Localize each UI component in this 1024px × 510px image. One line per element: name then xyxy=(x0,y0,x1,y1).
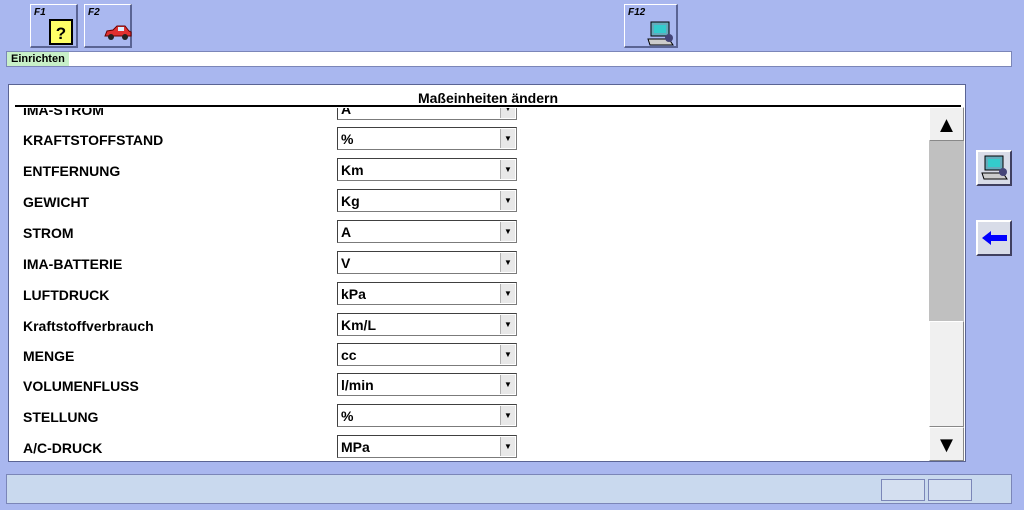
unit-label: VOLUMENFLUSS xyxy=(23,378,139,394)
unit-label: GEWICHT xyxy=(23,194,90,210)
unit-label: KRAFTSTOFFSTAND xyxy=(23,132,164,148)
unit-row-strom: STROM A ▼ xyxy=(9,216,929,247)
computer-button[interactable] xyxy=(976,150,1012,186)
unit-select[interactable]: kPa ▼ xyxy=(337,282,517,305)
chevron-down-icon[interactable]: ▼ xyxy=(500,345,515,364)
chevron-down-icon[interactable]: ▼ xyxy=(500,284,515,303)
arrow-left-icon xyxy=(982,230,1008,251)
units-panel: Maßeinheiten ändern IMA-STROM A ▼ KRAFTS… xyxy=(8,84,966,462)
chevron-down-icon[interactable]: ▼ xyxy=(500,253,515,272)
unit-row-kraftstoffstand: KRAFTSTOFFSTAND % ▼ xyxy=(9,123,929,154)
unit-select[interactable]: A ▼ xyxy=(337,220,517,243)
unit-label: A/C-DRUCK xyxy=(23,440,103,456)
f1-help-button[interactable]: F1 ? xyxy=(30,4,78,48)
unit-select[interactable]: MPa ▼ xyxy=(337,435,517,458)
chevron-down-icon[interactable]: ▼ xyxy=(500,191,515,210)
help-icon: ? xyxy=(49,19,73,50)
unit-select[interactable]: % ▼ xyxy=(337,404,517,427)
unit-label: LUFTDRUCK xyxy=(23,287,110,303)
computer-icon xyxy=(981,155,1009,186)
f12-button[interactable]: F12 xyxy=(624,4,678,48)
unit-value: Km xyxy=(341,162,364,178)
status-field-1 xyxy=(881,479,925,501)
vertical-scrollbar[interactable]: ▲ ▼ xyxy=(929,107,964,461)
unit-value: A xyxy=(341,224,352,240)
unit-value: % xyxy=(341,408,354,424)
chevron-down-icon[interactable]: ▼ xyxy=(500,375,515,394)
f1-key-label: F1 xyxy=(34,7,46,18)
back-button[interactable] xyxy=(976,220,1012,256)
unit-value: Kg xyxy=(341,193,360,209)
unit-row-volumenfluss: VOLUMENFLUSS l/min ▼ xyxy=(9,369,929,400)
unit-label: ENTFERNUNG xyxy=(23,163,121,179)
chevron-down-icon[interactable]: ▼ xyxy=(500,160,515,179)
panel-title: Maßeinheiten ändern xyxy=(15,87,961,107)
chevron-down-icon[interactable]: ▼ xyxy=(500,315,515,334)
scroll-thumb[interactable] xyxy=(929,321,964,427)
unit-value: Km/L xyxy=(341,317,376,333)
scroll-down-button[interactable]: ▼ xyxy=(929,427,964,461)
unit-row-luftdruck: LUFTDRUCK kPa ▼ xyxy=(9,278,929,309)
unit-label: IMA-STROM xyxy=(23,108,104,118)
chevron-down-icon[interactable]: ▼ xyxy=(500,406,515,425)
f2-key-label: F2 xyxy=(88,7,100,18)
unit-label: Kraftstoffverbrauch xyxy=(23,318,154,334)
unit-row-gewicht: GEWICHT Kg ▼ xyxy=(9,185,929,216)
unit-select[interactable]: A ▼ xyxy=(337,108,517,120)
unit-label: IMA-BATTERIE xyxy=(23,256,123,272)
unit-row-stellung: STELLUNG % ▼ xyxy=(9,400,929,431)
status-field-2 xyxy=(928,479,972,501)
chevron-down-icon[interactable]: ▼ xyxy=(500,437,515,456)
bottom-status-bar xyxy=(6,474,1012,504)
car-icon xyxy=(103,25,133,46)
unit-select[interactable]: V ▼ xyxy=(337,251,517,274)
unit-row-entfernung: ENTFERNUNG Km ▼ xyxy=(9,154,929,185)
mode-title: Einrichten xyxy=(7,52,69,66)
unit-row-kraftstoffverbrauch: Kraftstoffverbrauch Km/L ▼ xyxy=(9,309,929,340)
chevron-down-icon[interactable]: ▼ xyxy=(500,108,515,118)
unit-select[interactable]: Km/L ▼ xyxy=(337,313,517,336)
scroll-up-button[interactable]: ▲ xyxy=(929,107,964,141)
unit-value: l/min xyxy=(341,377,374,393)
unit-select[interactable]: Kg ▼ xyxy=(337,189,517,212)
unit-select[interactable]: l/min ▼ xyxy=(337,373,517,396)
triangle-up-icon: ▲ xyxy=(935,112,958,137)
unit-row-ac-druck: A/C-DRUCK MPa ▼ xyxy=(9,431,929,462)
unit-row-menge: MENGE cc ▼ xyxy=(9,339,929,370)
unit-row-ima-strom: IMA-STROM A ▼ xyxy=(9,108,929,124)
unit-value: kPa xyxy=(341,286,366,302)
unit-label: MENGE xyxy=(23,348,75,364)
status-bar: Einrichten xyxy=(6,51,1012,67)
chevron-down-icon[interactable]: ▼ xyxy=(500,222,515,241)
unit-select[interactable]: cc ▼ xyxy=(337,343,517,366)
unit-value: cc xyxy=(341,347,357,363)
unit-row-ima-batterie: IMA-BATTERIE V ▼ xyxy=(9,247,929,278)
computer-icon xyxy=(647,21,675,52)
unit-label: STELLUNG xyxy=(23,409,99,425)
triangle-down-icon: ▼ xyxy=(935,432,958,457)
unit-value: MPa xyxy=(341,439,370,455)
f2-vehicle-button[interactable]: F2 xyxy=(84,4,132,48)
unit-value: % xyxy=(341,131,354,147)
chevron-down-icon[interactable]: ▼ xyxy=(500,129,515,148)
unit-select[interactable]: Km ▼ xyxy=(337,158,517,181)
unit-value: V xyxy=(341,255,351,271)
unit-value: A xyxy=(341,108,352,117)
f12-key-label: F12 xyxy=(628,7,646,18)
svg-text:?: ? xyxy=(56,24,66,43)
unit-label: STROM xyxy=(23,225,74,241)
unit-list: IMA-STROM A ▼ KRAFTSTOFFSTAND % ▼ ENTFER… xyxy=(9,108,929,462)
unit-select[interactable]: % ▼ xyxy=(337,127,517,150)
